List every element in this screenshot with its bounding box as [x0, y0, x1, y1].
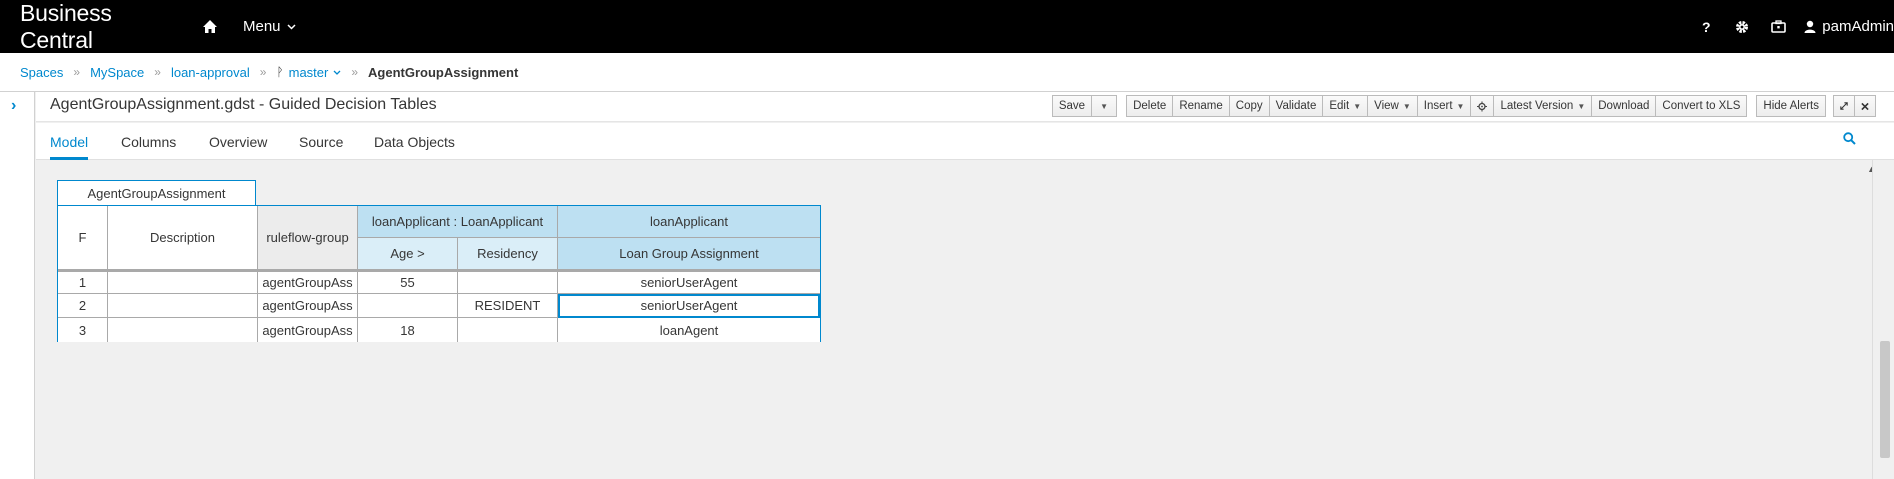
chevron-down-icon: ▼ — [1100, 101, 1109, 111]
branch-name: master — [288, 64, 329, 80]
chevron-down-icon: ▼ — [1402, 101, 1411, 111]
table-row-number: 3 — [58, 318, 108, 342]
breadcrumb-spaces[interactable]: Spaces — [20, 65, 63, 80]
brand-logo[interactable]: Business Central — [0, 0, 187, 54]
chevron-down-icon: ▼ — [1353, 101, 1362, 111]
breadcrumb-separator: » — [259, 65, 267, 79]
latest-version-button[interactable]: Latest Version ▼ — [1493, 95, 1593, 117]
header-age[interactable]: Age > — [358, 238, 458, 270]
table-cell-age[interactable]: 55 — [358, 270, 458, 294]
scrollbar-thumb[interactable] — [1880, 341, 1890, 458]
chevron-down-icon: ▼ — [1577, 101, 1586, 111]
view-menu-button[interactable]: View ▼ — [1367, 95, 1418, 117]
table-cell-assignment-selected[interactable]: seniorUserAgent — [558, 294, 820, 318]
help-icon[interactable]: ? — [1688, 0, 1724, 53]
editor-panel: AgentGroupAssignment.gdst - Guided Decis… — [36, 92, 1894, 479]
table-canvas: AgentGroupAssignment F Description rulef… — [36, 160, 1872, 479]
breadcrumb-separator: » — [351, 65, 359, 79]
user-name: pamAdmin — [1822, 18, 1894, 35]
home-icon[interactable] — [187, 0, 233, 53]
delete-button[interactable]: Delete — [1126, 95, 1174, 117]
insert-menu-button[interactable]: Insert ▼ — [1416, 95, 1472, 117]
table-cell-description[interactable] — [108, 318, 258, 342]
table-cell-assignment[interactable]: loanAgent — [558, 318, 820, 342]
crosshair-icon — [1477, 101, 1488, 111]
tab-model[interactable]: Model — [50, 134, 89, 160]
table-cell-description[interactable] — [108, 294, 258, 318]
table-cell-ruleflow[interactable]: agentGroupAss — [258, 318, 358, 342]
maximize-button[interactable] — [1833, 95, 1855, 117]
header-condition-pattern[interactable]: loanApplicant : LoanApplicant — [358, 206, 558, 238]
vertical-scrollbar[interactable] — [1872, 160, 1894, 479]
user-menu[interactable]: pamAdmin — [1796, 18, 1894, 35]
edit-menu-button[interactable]: Edit ▼ — [1322, 95, 1369, 117]
insert-label: Insert — [1423, 100, 1453, 112]
table-cell-ruleflow[interactable]: agentGroupAss — [258, 294, 358, 318]
table-row-number: 2 — [58, 294, 108, 318]
hide-alerts-button[interactable]: Hide Alerts — [1756, 95, 1826, 117]
breadcrumb-separator: » — [73, 65, 81, 79]
editor-tabs: Model Columns Overview Source Data Objec… — [36, 123, 1894, 160]
tab-columns[interactable]: Columns — [121, 134, 176, 160]
tab-data-objects[interactable]: Data Objects — [374, 134, 455, 160]
view-label: View — [1374, 100, 1399, 112]
latest-version-label: Latest Version — [1500, 100, 1574, 112]
table-cell-ruleflow[interactable]: agentGroupAss — [258, 270, 358, 294]
gear-icon[interactable] — [1724, 0, 1760, 53]
edit-label: Edit — [1329, 100, 1350, 112]
breadcrumb: Spaces » MySpace » loan-approval » ᚹ mas… — [0, 53, 1894, 92]
chevron-down-icon: ▼ — [1456, 101, 1465, 111]
chevron-down-icon — [333, 70, 341, 75]
convert-to-xls-button[interactable]: Convert to XLS — [1655, 95, 1748, 117]
validate-button[interactable]: Validate — [1268, 95, 1324, 117]
branch-selector[interactable]: ᚹ master — [276, 65, 341, 80]
header-residency[interactable]: Residency — [458, 238, 558, 270]
table-cell-residency[interactable] — [458, 270, 558, 294]
briefcase-icon[interactable] — [1760, 0, 1796, 53]
decision-table-name[interactable]: AgentGroupAssignment — [57, 180, 256, 206]
breadcrumb-project[interactable]: loan-approval — [171, 65, 250, 80]
table-cell-description[interactable] — [108, 270, 258, 294]
tab-overview[interactable]: Overview — [209, 134, 267, 160]
header-loan-group-assignment[interactable]: Loan Group Assignment — [558, 238, 820, 270]
search-icon[interactable] — [1843, 132, 1856, 150]
table-cell-age[interactable] — [358, 294, 458, 318]
menu-label: Menu — [243, 18, 281, 35]
close-icon — [1861, 102, 1869, 110]
decision-table-grid: F Description ruleflow-group loanApplica… — [57, 205, 821, 342]
breadcrumb-separator: » — [154, 65, 161, 79]
menu-button[interactable]: Menu — [233, 0, 306, 53]
user-icon — [1804, 20, 1816, 33]
editor-toolbar: Save ▼ Delete Rename Copy Validate Edit ▼… — [1043, 95, 1876, 117]
top-navbar: Business Central Menu ? pamAdmin — [0, 0, 1894, 53]
table-cell-residency[interactable]: RESIDENT — [458, 294, 558, 318]
copy-button[interactable]: Copy — [1228, 95, 1270, 117]
save-dropdown-button[interactable]: ▼ — [1091, 95, 1118, 117]
rename-button[interactable]: Rename — [1172, 95, 1230, 117]
header-row-number[interactable]: F — [58, 206, 108, 270]
download-button[interactable]: Download — [1591, 95, 1657, 117]
expand-icon — [1840, 102, 1848, 110]
table-cell-residency[interactable] — [458, 318, 558, 342]
radar-button[interactable] — [1470, 95, 1495, 117]
chevron-right-icon[interactable]: › — [11, 97, 16, 115]
tab-source[interactable]: Source — [299, 134, 343, 160]
left-rail: › — [0, 92, 35, 479]
document-title: AgentGroupAssignment.gdst - Guided Decis… — [50, 96, 437, 113]
header-action-pattern[interactable]: loanApplicant — [558, 206, 820, 238]
editor-title-bar: AgentGroupAssignment.gdst - Guided Decis… — [36, 92, 1894, 122]
breadcrumb-myspace[interactable]: MySpace — [90, 65, 144, 80]
close-button[interactable] — [1854, 95, 1876, 117]
table-cell-assignment[interactable]: seniorUserAgent — [558, 270, 820, 294]
header-description[interactable]: Description — [108, 206, 258, 270]
table-cell-age[interactable]: 18 — [358, 318, 458, 342]
save-button[interactable]: Save — [1051, 95, 1093, 117]
table-row-number: 1 — [58, 270, 108, 294]
chevron-down-icon — [287, 23, 296, 30]
header-ruleflow-group[interactable]: ruleflow-group — [258, 206, 358, 270]
branch-icon: ᚹ — [276, 65, 284, 79]
breadcrumb-current: AgentGroupAssignment — [368, 64, 519, 80]
